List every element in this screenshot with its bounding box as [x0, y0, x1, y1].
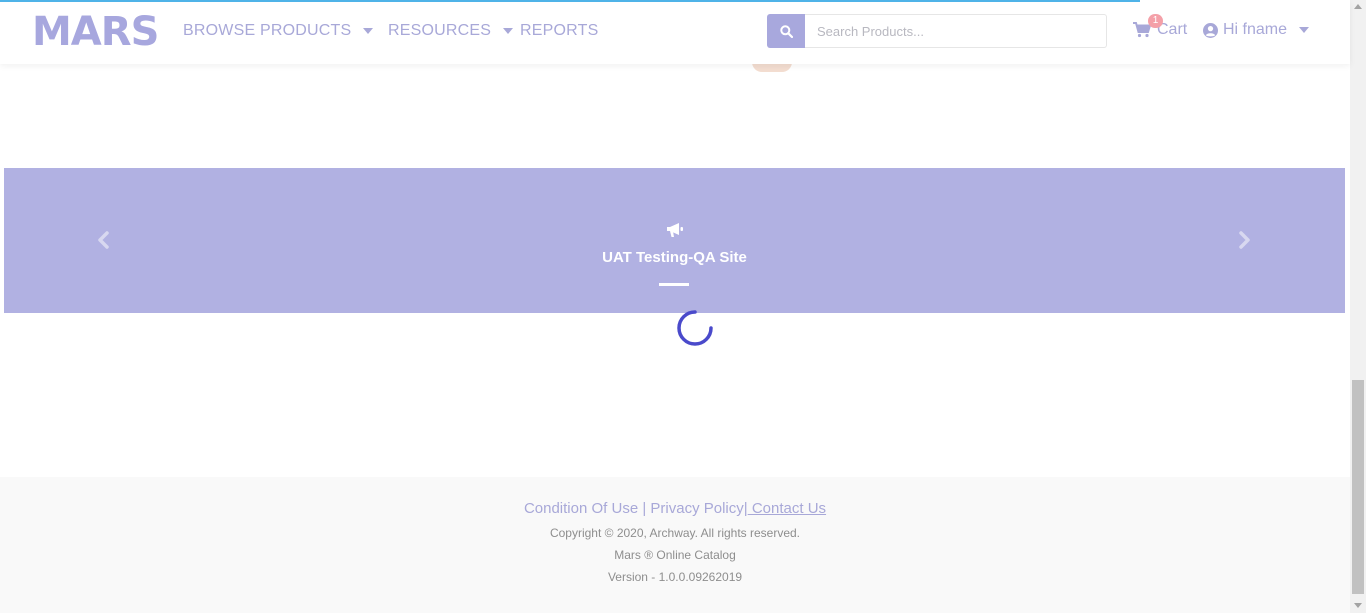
scroll-down-arrow-icon[interactable] [1354, 603, 1362, 608]
catalog-text: Mars ® Online Catalog [614, 548, 736, 562]
announcement-carousel: UAT Testing-QA Site [4, 168, 1345, 313]
carousel-indicator[interactable] [659, 283, 689, 286]
scroll-up-arrow-icon[interactable] [1354, 4, 1362, 9]
nav-browse-label: BROWSE PRODUCTS [183, 22, 352, 39]
carousel-slide-title: UAT Testing-QA Site [602, 249, 747, 266]
search-button[interactable] [767, 14, 805, 48]
loading-spinner-icon [677, 310, 713, 346]
carousel-slide: UAT Testing-QA Site [4, 222, 1345, 266]
privacy-policy-link[interactable]: Privacy Policy [650, 500, 743, 517]
cart-count-badge: 1 [1148, 14, 1163, 28]
logo[interactable]: MARS [32, 12, 159, 52]
copyright-text: Copyright © 2020, Archway. All rights re… [549, 526, 801, 540]
user-menu[interactable]: Hi fname [1203, 21, 1310, 39]
chevron-down-icon [503, 28, 514, 34]
version-text: Version - 1.0.0.09262019 [607, 570, 743, 584]
search-icon [779, 24, 793, 38]
search-input[interactable] [805, 14, 1107, 48]
megaphone-icon [666, 223, 683, 237]
chevron-down-icon [363, 28, 374, 34]
nav-browse-products[interactable]: BROWSE PRODUCTS [183, 22, 374, 40]
scrollbar-thumb[interactable] [1352, 380, 1364, 594]
header: MARS BROWSE PRODUCTS RESOURCES REPORTS C… [0, 0, 1350, 64]
contact-us-link[interactable]: Contact Us [748, 500, 826, 517]
user-greeting: Hi fname [1223, 21, 1288, 38]
carousel-next-button[interactable] [1232, 228, 1256, 252]
footer: Condition Of Use | Privacy Policy| Conta… [0, 477, 1350, 613]
nav-reports[interactable]: REPORTS [520, 22, 598, 40]
nav-reports-label: REPORTS [520, 22, 599, 39]
nav-resources-label: RESOURCES [388, 22, 492, 39]
chevron-right-icon [1239, 231, 1250, 249]
condition-of-use-link[interactable]: Condition Of Use [524, 500, 638, 517]
user-circle-icon [1203, 22, 1218, 38]
footer-separator: | [638, 500, 651, 517]
page-loading-bar [0, 0, 1140, 2]
chevron-down-icon [1299, 27, 1310, 33]
nav-resources[interactable]: RESOURCES [388, 22, 514, 40]
footer-links: Condition Of Use | Privacy Policy| Conta… [0, 500, 1350, 517]
